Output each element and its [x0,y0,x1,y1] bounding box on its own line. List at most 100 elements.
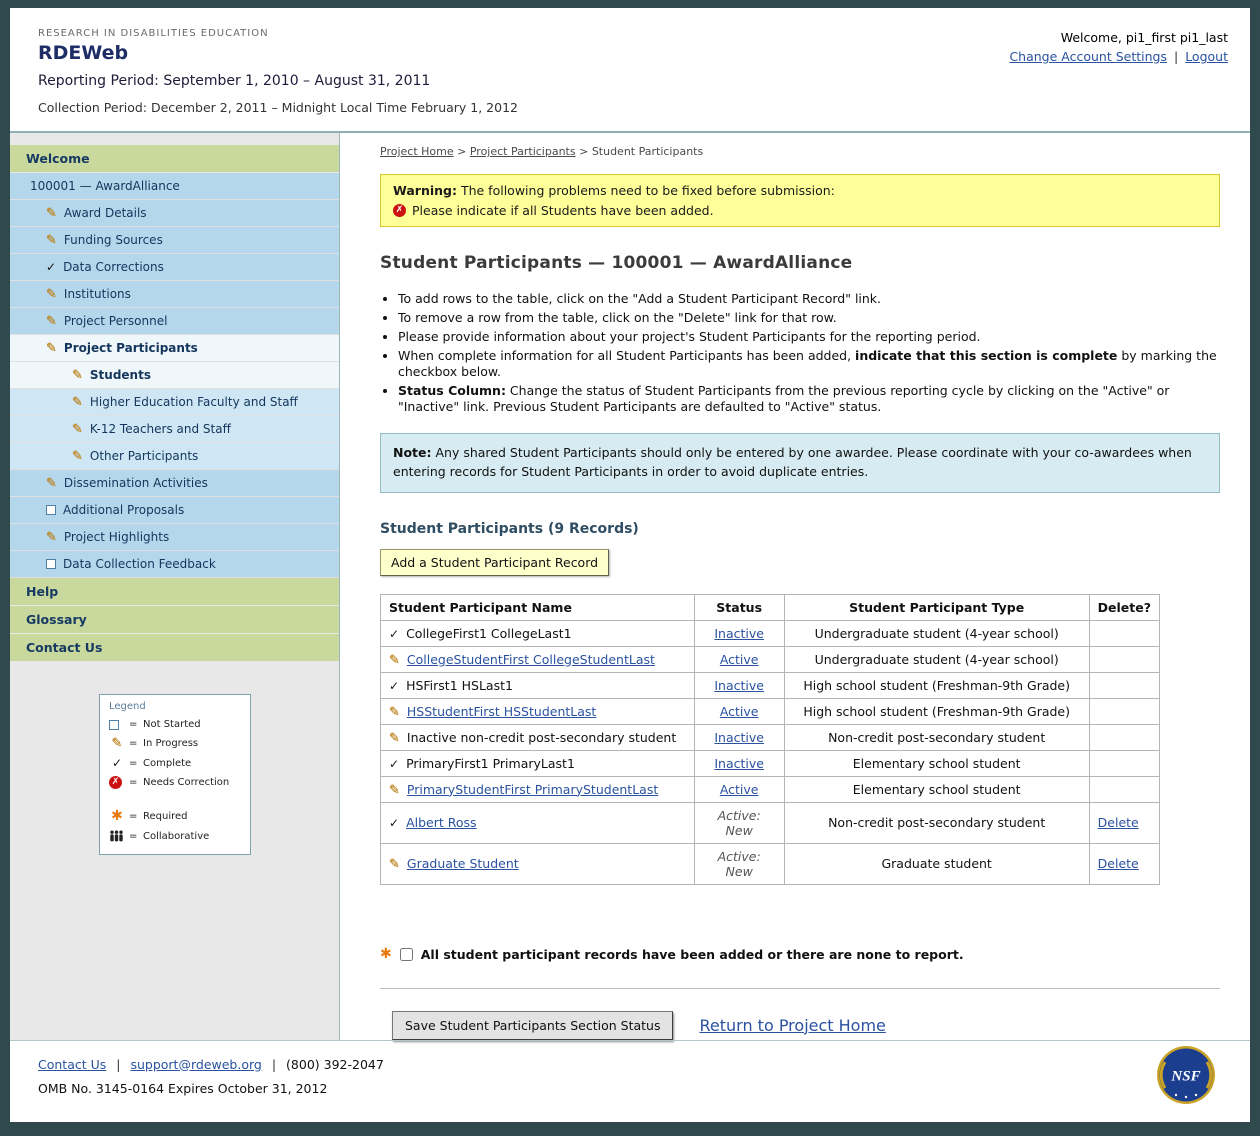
participant-type-cell: Undergraduate student (4-year school) [784,620,1089,646]
sidebar-section-contact-us[interactable]: Contact Us [10,634,339,662]
sidebar-item-label: 100001 — AwardAlliance [30,179,180,193]
participant-name-link[interactable]: Graduate Student [407,856,519,871]
status-toggle-link[interactable]: Inactive [714,730,764,745]
table-row: ✓PrimaryFirst1 PrimaryLast1InactiveEleme… [381,750,1160,776]
sidebar-item-label: K-12 Teachers and Staff [90,422,231,436]
pencil-icon: ✎ [46,234,57,247]
return-to-project-home-link[interactable]: Return to Project Home [699,1016,885,1035]
table-row: ✓HSFirst1 HSLast1InactiveHigh school stu… [381,672,1160,698]
delete-link[interactable]: Delete [1098,815,1139,830]
sidebar-item-label: Institutions [64,287,131,301]
status-toggle-link[interactable]: Active [720,782,759,797]
header-titles: RESEARCH IN DISABILITIES EDUCATION RDEWe… [38,28,518,115]
sidebar-item-higher-education-faculty-and-staff[interactable]: ✎ Higher Education Faculty and Staff [10,389,339,416]
instruction-item: Status Column: Change the status of Stud… [398,383,1220,415]
page-title: Student Participants — 100001 — AwardAll… [380,253,1220,273]
column-header-student-participant-type: Student Participant Type [784,594,1089,620]
sidebar-item-k-12-teachers-and-staff[interactable]: ✎K-12 Teachers and Staff [10,416,339,443]
not-started-icon [46,559,56,569]
participant-name-cell: ✓ Albert Ross [381,802,695,843]
check-icon: ✓ [389,817,399,829]
sidebar-section-help[interactable]: Help [10,578,339,606]
sidebar-item-data-corrections[interactable]: ✓Data Corrections [10,254,339,281]
delete-cell [1089,672,1159,698]
footer-email-link[interactable]: support@rdeweb.org [130,1057,261,1072]
breadcrumb-project-participants[interactable]: Project Participants [470,145,576,158]
status-toggle-link[interactable]: Inactive [714,756,764,771]
instruction-item: When complete information for all Studen… [398,348,1220,380]
pencil-icon: ✎ [109,737,125,750]
sidebar-item-label: Students [90,368,151,382]
sidebar-item-project-participants[interactable]: ✎Project Participants [10,335,339,362]
logout-link[interactable]: Logout [1185,49,1228,64]
pencil-icon: ✎ [46,342,57,355]
legend-item: ✱=Required [109,809,241,823]
equals-sign: = [129,777,139,788]
participant-name-cell: ✎PrimaryStudentFirst PrimaryStudentLast [381,776,695,802]
participant-name-link[interactable]: HSStudentFirst HSStudentLast [407,704,596,719]
status-toggle-link[interactable]: Active [720,704,759,719]
sidebar-item-award-details[interactable]: ✎ Award Details [10,200,339,227]
sidebar-item-project-personnel[interactable]: ✎Project Personnel [10,308,339,335]
participants-table-body: ✓CollegeFirst1 CollegeLast1InactiveUnder… [381,620,1160,884]
legend-item: ✗=Needs Correction [109,776,241,789]
note-box: Note: Any shared Student Participants sh… [380,433,1220,493]
change-account-settings-link[interactable]: Change Account Settings [1009,49,1167,64]
sidebar-item-project-highlights[interactable]: ✎Project Highlights [10,524,339,551]
welcome-text: Welcome, pi1_first pi1_last [1009,30,1228,45]
equals-sign: = [129,811,139,822]
equals-sign: = [129,719,139,730]
footer-contact-link[interactable]: Contact Us [38,1057,106,1072]
participant-name-link[interactable]: CollegeStudentFirst CollegeStudentLast [407,652,655,667]
sidebar-section-glossary[interactable]: Glossary [10,606,339,634]
warning-line: Warning: The following problems need to … [393,183,1207,198]
sidebar-item-label: Award Details [64,206,147,220]
sidebar-item-label: Dissemination Activities [64,476,208,490]
delete-link[interactable]: Delete [1098,856,1139,871]
check-icon: ✓ [389,758,399,770]
status-toggle-link[interactable]: Inactive [714,678,764,693]
legend-label: Required [143,811,241,822]
sidebar-item-additional-proposals[interactable]: Additional Proposals [10,497,339,524]
table-row: ✓Albert RossActive: NewNon-credit post-s… [381,802,1160,843]
breadcrumb-project-home[interactable]: Project Home [380,145,454,158]
pencil-icon: ✎ [72,396,83,409]
sidebar-item-label: Higher Education Faculty and Staff [90,395,298,409]
sidebar-item-100001-awardalliance[interactable]: 100001 — AwardAlliance [10,173,339,200]
save-section-status-button[interactable]: Save Student Participants Section Status [392,1011,673,1040]
pencil-icon: ✎ [46,207,57,220]
warning-item-text: Please indicate if all Students have bee… [412,203,714,218]
pencil-icon: ✎ [389,706,400,719]
section-complete-checkbox[interactable] [400,948,413,961]
separator: | [1174,49,1178,64]
legend-label: Needs Correction [143,777,241,788]
pencil-icon: ✎ [389,858,400,871]
pencil-icon: ✎ [46,288,57,301]
pencil-icon: ✎ [46,531,57,544]
add-student-participant-button[interactable]: Add a Student Participant Record [380,549,609,576]
sidebar-item-dissemination-activities[interactable]: ✎Dissemination Activities [10,470,339,497]
sidebar: Welcome 100001 — AwardAlliance ✎ Award Deta… [10,133,340,1040]
delete-cell [1089,776,1159,802]
participant-name-link[interactable]: Albert Ross [406,815,476,830]
status-text: Active: New [718,808,761,838]
confirm-row: ✱ All student participant records have b… [380,947,1220,962]
sidebar-section-welcome[interactable]: Welcome [10,145,339,173]
participant-name-cell: ✎ HSStudentFirst HSStudentLast [381,698,695,724]
status-cell: Active: New [694,843,784,884]
sidebar-item-other-participants[interactable]: ✎Other Participants [10,443,339,470]
sidebar-item-data-collection-feedback[interactable]: Data Collection Feedback [10,551,339,578]
status-toggle-link[interactable]: Active [720,652,759,667]
org-name: RESEARCH IN DISABILITIES EDUCATION [38,28,518,39]
sidebar-item-students[interactable]: ✎Students [10,362,339,389]
sidebar-item-institutions[interactable]: ✎ Institutions [10,281,339,308]
delete-cell [1089,698,1159,724]
participant-name-link[interactable]: PrimaryStudentFirst PrimaryStudentLast [407,782,658,797]
legend-label: Complete [143,758,241,769]
status-toggle-link[interactable]: Inactive [714,626,764,641]
table-row: ✎CollegeStudentFirst CollegeStudentLastA… [381,646,1160,672]
pencil-icon: ✎ [389,732,400,745]
footer-contact-line: Contact Us | support@rdeweb.org | (800) … [38,1057,1222,1072]
separator: | [272,1057,276,1072]
sidebar-item-funding-sources[interactable]: ✎Funding Sources [10,227,339,254]
